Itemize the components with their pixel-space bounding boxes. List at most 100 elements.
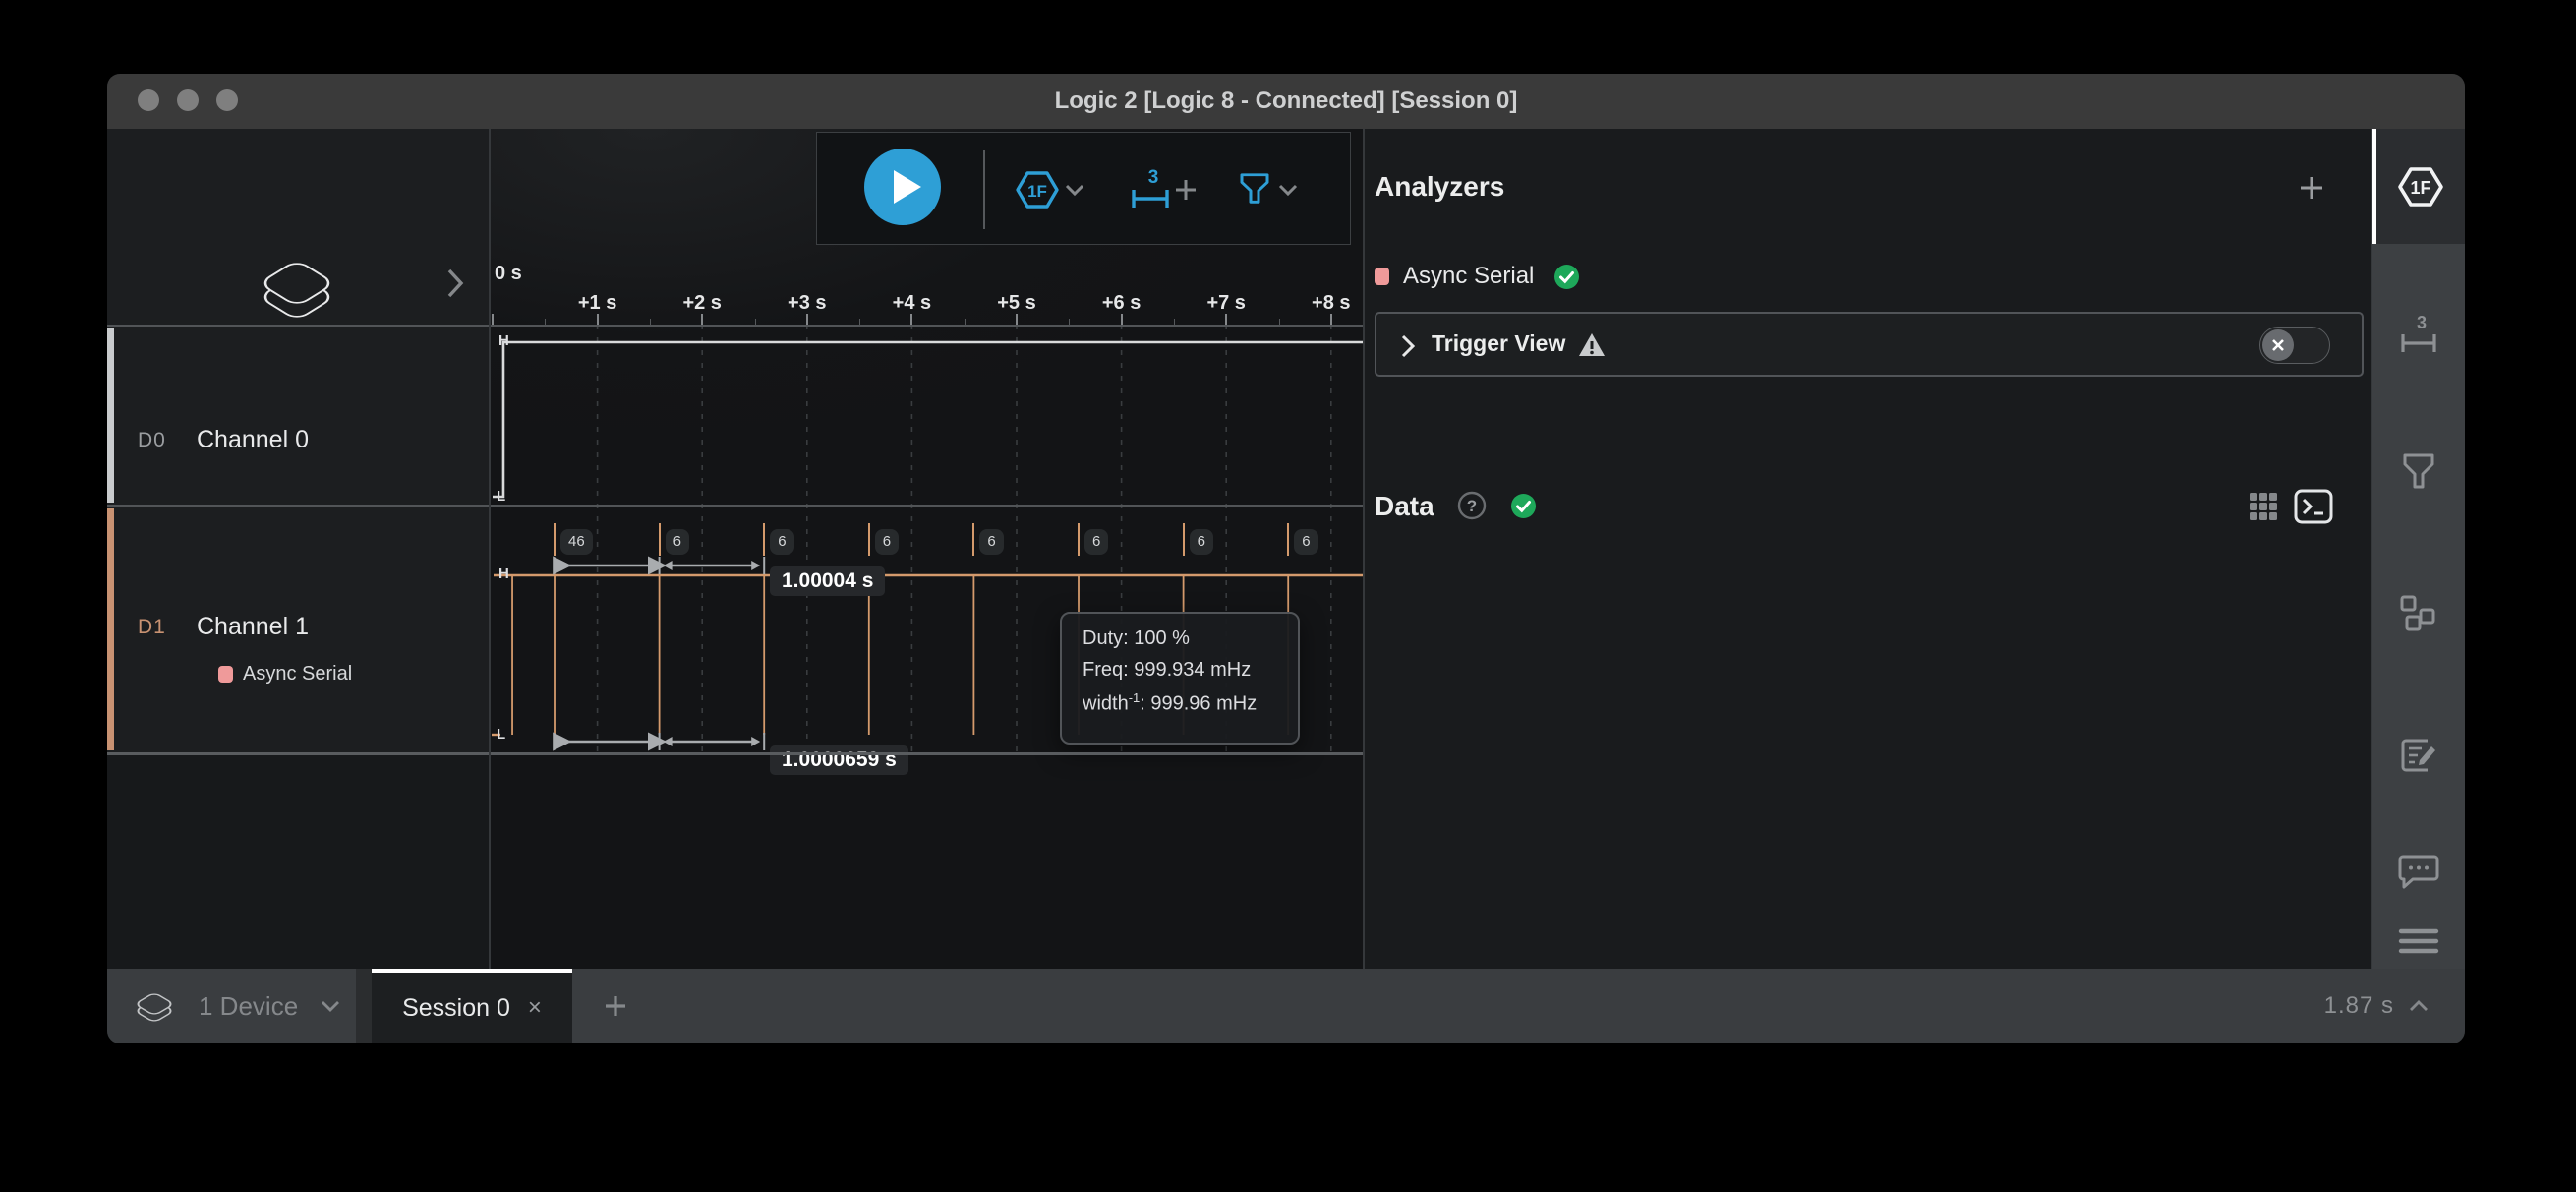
sidebar-menu-button[interactable] xyxy=(2371,925,2465,957)
trigger-view-label: Trigger View xyxy=(1432,330,1565,357)
chevron-right-icon[interactable] xyxy=(1400,333,1416,359)
app-window: Logic 2 [Logic 8 - Connected] [Session 0… xyxy=(107,74,2465,1043)
new-session-button[interactable] xyxy=(586,969,645,1043)
channel-0-id: D0 xyxy=(138,429,166,452)
grid-icon xyxy=(2248,491,2279,522)
edge-count-badge: 6 xyxy=(1294,529,1317,555)
logic-device-icon xyxy=(256,248,338,319)
burst-tick xyxy=(1183,523,1185,556)
panel-divider[interactable] xyxy=(489,129,491,969)
capture-duration[interactable]: 1.87 s xyxy=(2324,969,2430,1043)
channel-1-analyzer-tag[interactable]: Async Serial xyxy=(218,663,352,685)
channel-1-name: Channel 1 xyxy=(197,613,309,641)
plus-icon xyxy=(603,993,628,1019)
measurement-ruler-icon: 3 xyxy=(2397,313,2440,358)
add-analyzer-button[interactable] xyxy=(2295,171,2328,205)
analyzers-panel: Analyzers Async Serial Trigger View xyxy=(1365,129,2371,969)
capture-duration-value: 1.87 s xyxy=(2324,992,2394,1020)
tooltip-freq: Freq: 999.934 mHz xyxy=(1083,659,1298,682)
measurements-button[interactable]: 3 xyxy=(1128,133,1173,246)
device-icon xyxy=(134,987,175,1025)
capture-mode-dropdown[interactable] xyxy=(1064,133,1085,246)
warning-icon xyxy=(1577,331,1607,358)
trigger-view-section[interactable]: Trigger View xyxy=(1375,312,2364,377)
device-header[interactable] xyxy=(107,129,490,325)
window-title: Logic 2 [Logic 8 - Connected] [Session 0… xyxy=(107,74,2465,129)
time-tick-label: +8 s xyxy=(1287,292,1365,315)
time-tick xyxy=(492,314,494,325)
row-divider xyxy=(107,752,1365,755)
time-tick-label: +6 s xyxy=(1078,292,1166,315)
terminal-view-button[interactable] xyxy=(2293,487,2334,526)
add-measurement-button[interactable] xyxy=(1173,133,1199,246)
expand-device-panel-chevron-icon[interactable] xyxy=(445,267,465,300)
analyzer-color-chip xyxy=(218,666,233,683)
svg-text:?: ? xyxy=(1467,497,1477,515)
device-selector[interactable]: 1 Device xyxy=(107,969,356,1043)
time-tick-label: +3 s xyxy=(763,292,851,315)
bottom-bar: 1 Device Session 0 × 1.87 s xyxy=(107,969,2465,1043)
channel-1-strip xyxy=(107,508,114,750)
status-ok-icon xyxy=(1553,264,1580,290)
burst-tick xyxy=(1287,523,1289,556)
measurement-ruler-icon: 3 xyxy=(1128,166,1173,213)
channel-1-id: D1 xyxy=(138,616,166,639)
trigger-funnel-icon xyxy=(2401,451,2436,493)
analyzer-name: Async Serial xyxy=(243,663,352,685)
bottom-bar-divider xyxy=(356,969,372,1043)
burst-tick xyxy=(1078,523,1080,556)
sidebar-tab-capture-active[interactable]: 1F xyxy=(2371,129,2465,244)
time-tick xyxy=(910,314,912,325)
trigger-funnel-icon xyxy=(1238,170,1271,209)
edge-count-badge: 6 xyxy=(666,529,689,555)
ch1-low-marker: L xyxy=(497,726,505,743)
tooltip-width: width-1: 999.96 mHz xyxy=(1083,690,1298,716)
trigger-view-toggle[interactable] xyxy=(2259,327,2330,364)
help-icon[interactable]: ? xyxy=(1457,491,1487,520)
channel-row-1[interactable]: D1 Channel 1 Async Serial xyxy=(107,507,490,752)
row-divider xyxy=(107,325,1365,327)
table-view-button[interactable] xyxy=(2246,489,2281,524)
plus-icon xyxy=(1173,177,1199,203)
plus-icon xyxy=(2298,174,2325,202)
title-bar[interactable]: Logic 2 [Logic 8 - Connected] [Session 0… xyxy=(107,74,2465,130)
analyzer-item-name: Async Serial xyxy=(1403,263,1534,290)
channel-0-name: Channel 0 xyxy=(197,426,309,454)
burst-tick xyxy=(763,523,765,556)
measurement-label-low: 1.0000659 s xyxy=(770,745,908,775)
ch0-low-marker: L xyxy=(497,488,505,505)
burst-tick xyxy=(659,523,661,556)
session-tab[interactable]: Session 0 × xyxy=(372,969,572,1043)
waveform-canvas[interactable]: 0 s+1 s+2 s+3 s+4 s+5 s+6 s+7 s+8 s 4666… xyxy=(490,129,1365,969)
hexagon-1f-icon: 1F xyxy=(2397,165,2444,209)
time-tick-label: +2 s xyxy=(658,292,746,315)
channel-row-0[interactable]: D0 Channel 0 xyxy=(107,327,490,505)
signal-plot xyxy=(490,129,1365,969)
sidebar-tab-feedback[interactable] xyxy=(2371,853,2465,892)
sidebar-tab-measurements[interactable]: 3 xyxy=(2371,313,2465,358)
burst-tick xyxy=(554,523,556,556)
right-sidebar xyxy=(2371,129,2465,969)
sidebar-tab-triggers[interactable] xyxy=(2371,451,2465,493)
panel-divider[interactable] xyxy=(1363,129,1365,969)
burst-tick xyxy=(868,523,870,556)
start-capture-button[interactable] xyxy=(864,149,941,225)
time-tick-label: 0 s xyxy=(495,263,522,285)
sidebar-tab-extensions[interactable] xyxy=(2371,593,2465,634)
measurement-label-high: 1.00004 s xyxy=(770,566,885,596)
analyzer-item-async-serial[interactable]: Async Serial xyxy=(1375,259,1580,294)
time-tick-label: +1 s xyxy=(554,292,642,315)
trigger-dropdown[interactable] xyxy=(1277,133,1299,246)
chevron-down-icon xyxy=(320,999,341,1013)
edge-count-badge: 6 xyxy=(875,529,899,555)
svg-text:3: 3 xyxy=(2416,313,2426,332)
time-tick xyxy=(597,314,599,325)
trigger-button[interactable] xyxy=(1238,133,1271,246)
time-tick-label: +7 s xyxy=(1182,292,1270,315)
capture-mode-button[interactable]: 1F xyxy=(1015,133,1060,246)
close-session-icon[interactable]: × xyxy=(528,994,542,1022)
time-tick xyxy=(1330,314,1332,325)
row-divider xyxy=(107,505,1365,507)
session-tab-label: Session 0 xyxy=(402,994,510,1023)
sidebar-tab-notes[interactable] xyxy=(2371,735,2465,776)
